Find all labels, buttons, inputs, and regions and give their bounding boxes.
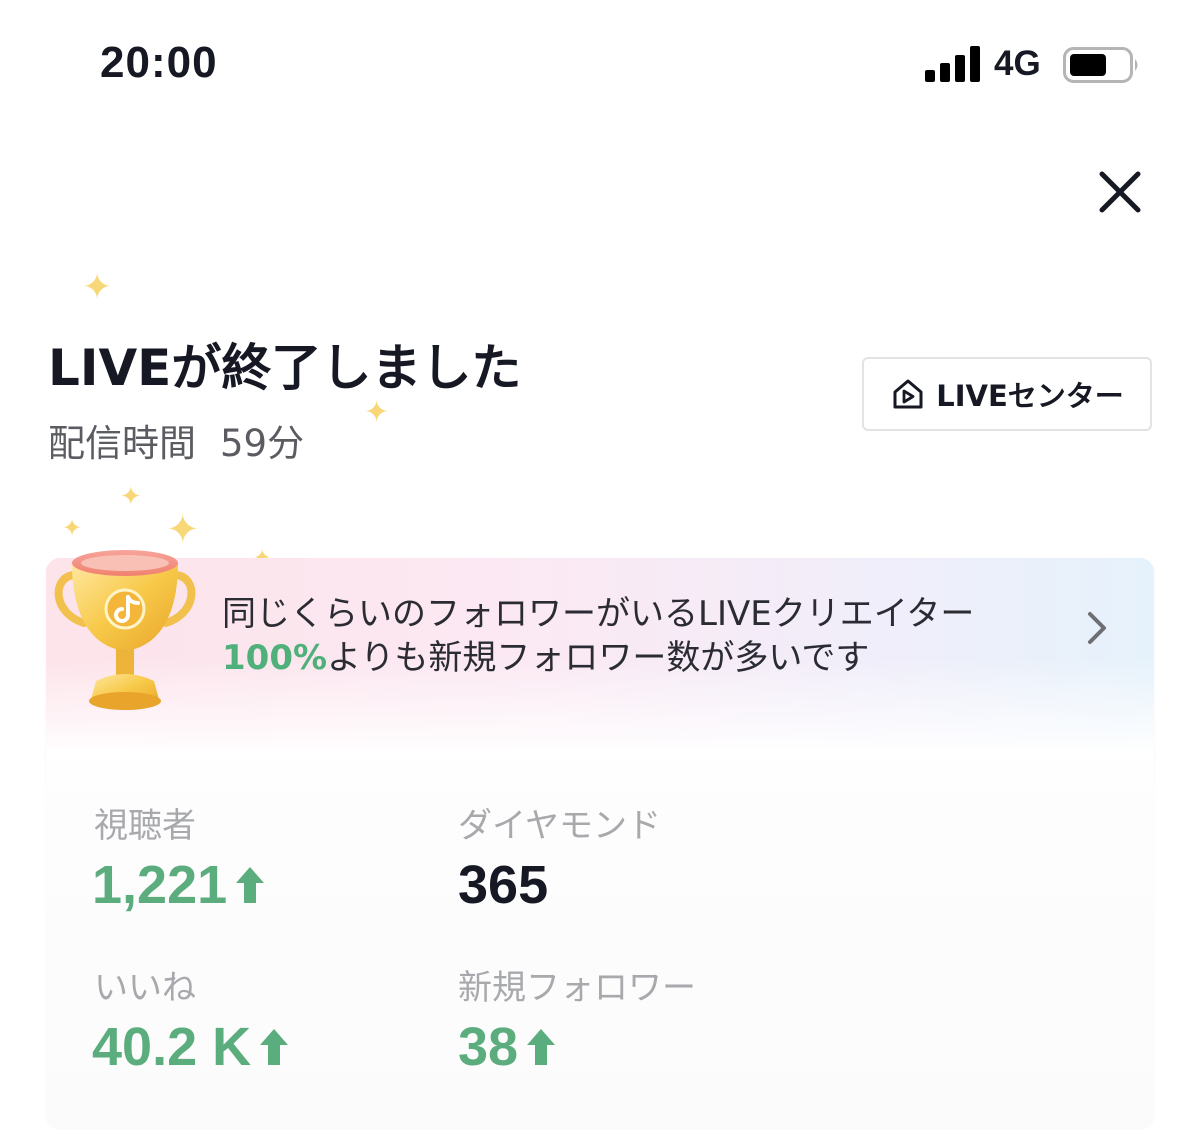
up-arrow-icon [236, 867, 265, 903]
banner-text: 同じくらいのフォロワーがいるLIVEクリエイター100%よりも新規フォロワー数が… [222, 592, 1022, 680]
banner-text-before: 同じくらいのフォロワーがいるLIVEクリエイター [222, 594, 975, 634]
signal-icon [925, 46, 980, 82]
diamonds-number: 365 [458, 855, 549, 915]
page-title: LIVEが終了しました [48, 339, 522, 397]
network-type: 4G [994, 44, 1041, 83]
new-followers-number: 38 [458, 1017, 519, 1077]
sparkle-icon: ✦ [364, 395, 390, 430]
trophy-icon [54, 550, 196, 710]
ranking-banner[interactable]: 同じくらいのフォロワーがいるLIVEクリエイター100%よりも新規フォロワー数が… [46, 558, 1154, 758]
banner-highlight: 100% [222, 638, 328, 678]
likes-value: 40.2 K [92, 1016, 289, 1078]
viewers-number: 1,221 [92, 855, 228, 915]
viewers-value: 1,221 [92, 854, 265, 916]
chevron-right-icon [1088, 612, 1106, 644]
status-time: 20:00 [100, 38, 218, 87]
status-bar: 20:00 4G [0, 0, 1200, 130]
live-center-label: LIVEセンター [936, 379, 1124, 413]
up-arrow-icon [527, 1029, 556, 1065]
new-followers-label: 新規フォロワー [458, 968, 696, 1008]
sparkle-icon: ✦ [82, 267, 113, 308]
new-followers-value: 38 [458, 1016, 556, 1078]
battery-icon [1063, 47, 1138, 83]
sparkle-icon: ✦ [120, 482, 142, 512]
duration-label: 配信時間 [48, 422, 196, 465]
likes-label: いいね [94, 968, 196, 1008]
stream-duration: 配信時間 59分 [48, 413, 304, 467]
diamonds-value: 365 [458, 854, 548, 916]
diamonds-label: ダイヤモンド [458, 806, 661, 846]
summary-card: 同じくらいのフォロワーがいるLIVEクリエイター100%よりも新規フォロワー数が… [46, 558, 1154, 1128]
live-center-button[interactable]: LIVEセンター [862, 357, 1152, 431]
banner-text-after: よりも新規フォロワー数が多いです [327, 638, 870, 678]
likes-number: 40.2 K [92, 1017, 252, 1077]
close-icon[interactable] [1094, 166, 1146, 218]
live-center-icon [893, 379, 923, 409]
up-arrow-icon [260, 1029, 289, 1065]
viewers-label: 視聴者 [94, 806, 196, 846]
duration-value: 59分 [220, 422, 305, 465]
